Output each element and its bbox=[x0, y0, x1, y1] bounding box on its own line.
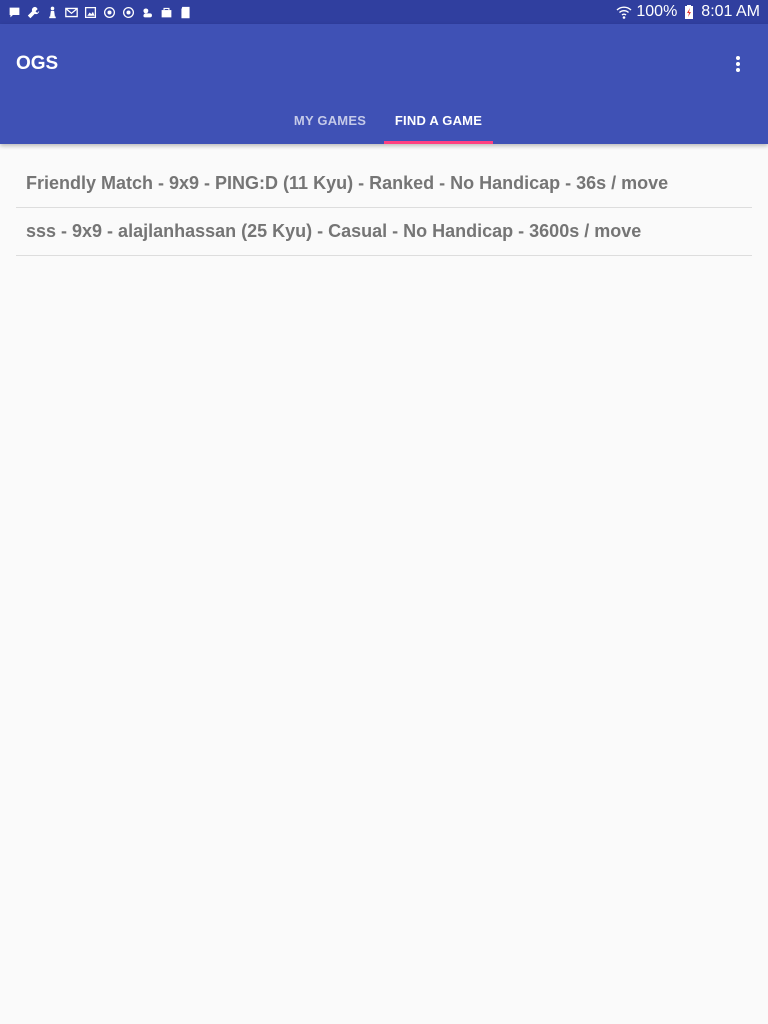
status-right: 100% 8:01 AM bbox=[616, 0, 760, 24]
wrench-icon bbox=[27, 6, 40, 19]
status-bar: 100% 8:01 AM bbox=[0, 0, 768, 24]
wifi-icon bbox=[616, 6, 632, 19]
tab-bar: MY GAMES FIND A GAME bbox=[276, 96, 493, 144]
tab-label: MY GAMES bbox=[293, 112, 367, 128]
store-icon bbox=[160, 6, 173, 19]
sync-icon bbox=[103, 6, 116, 19]
chess-piece-icon bbox=[46, 6, 59, 19]
battery-charging-icon bbox=[685, 5, 694, 19]
notification-icons bbox=[8, 5, 192, 19]
more-vert-icon bbox=[736, 56, 740, 72]
game-description: sss - 9x9 - alajlanhassan (25 Kyu) - Cas… bbox=[26, 221, 642, 241]
list-item[interactable]: sss - 9x9 - alajlanhassan (25 Kyu) - Cas… bbox=[16, 208, 752, 256]
clock: 8:01 AM bbox=[701, 3, 760, 20]
chat-icon bbox=[8, 6, 21, 19]
tab-find-a-game[interactable]: FIND A GAME bbox=[384, 96, 493, 144]
tab-label: FIND A GAME bbox=[394, 112, 483, 128]
game-list: Friendly Match - 9x9 - PING:D (11 Kyu) -… bbox=[16, 160, 752, 256]
sd-card-icon bbox=[179, 6, 192, 19]
battery-percent: 100% bbox=[636, 3, 678, 20]
mail-icon bbox=[65, 6, 78, 19]
overflow-menu-button[interactable] bbox=[726, 52, 750, 76]
app-title: OGS bbox=[16, 53, 59, 74]
image-icon bbox=[84, 6, 97, 19]
list-item[interactable]: Friendly Match - 9x9 - PING:D (11 Kyu) -… bbox=[16, 160, 752, 208]
sync-icon bbox=[122, 6, 135, 19]
tab-indicator bbox=[384, 141, 493, 144]
game-description: Friendly Match - 9x9 - PING:D (11 Kyu) -… bbox=[26, 173, 669, 193]
tab-my-games[interactable]: MY GAMES bbox=[276, 96, 384, 144]
weather-icon bbox=[141, 6, 154, 19]
app-bar: OGS MY GAMES FIND A GAME bbox=[0, 24, 768, 144]
